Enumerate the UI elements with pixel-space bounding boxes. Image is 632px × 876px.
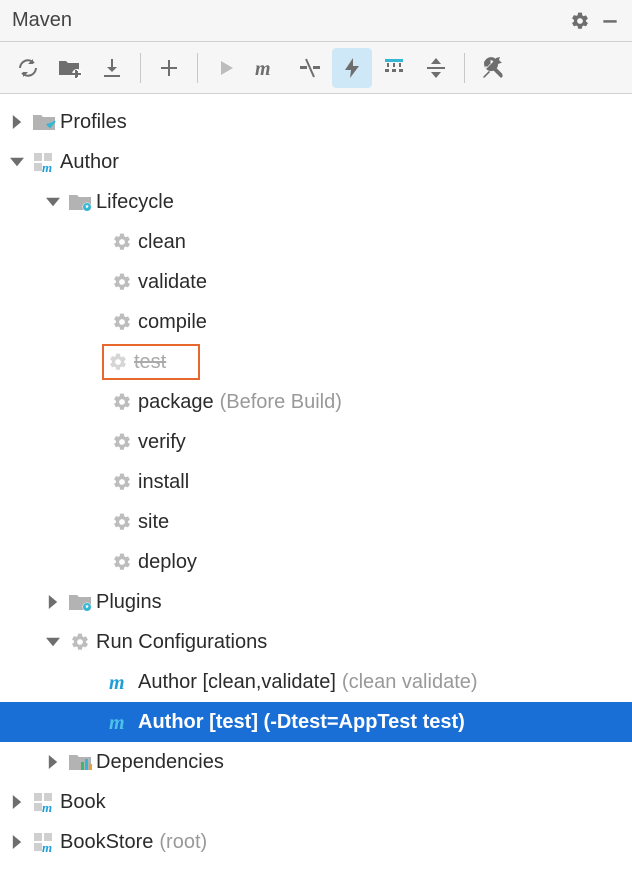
add-project-button[interactable] [50, 48, 90, 88]
tree-label: Plugins [94, 591, 162, 614]
maven-module-icon: m [30, 151, 58, 173]
collapse-arrow-icon[interactable] [44, 633, 62, 651]
skip-tests-button[interactable] [290, 48, 330, 88]
tree-node-run-configs[interactable]: Run Configurations [0, 622, 632, 662]
tree-label: package [136, 391, 214, 414]
tree-label: Lifecycle [94, 191, 174, 214]
tree-note: (root) [153, 831, 207, 854]
tree-label: compile [136, 311, 207, 334]
svg-text:m: m [42, 160, 52, 173]
gear-icon[interactable] [570, 11, 590, 31]
tree-label: install [136, 471, 189, 494]
svg-text:m: m [42, 840, 52, 853]
tree-label: BookStore [58, 831, 153, 854]
project-tree[interactable]: Profiles m Author Lifecycle clean [0, 94, 632, 862]
tree-label: Book [58, 791, 106, 814]
tree-node-runconfig-2[interactable]: m Author [test] (-Dtest=AppTest test) [0, 702, 632, 742]
tree-node-phase-deploy[interactable]: deploy [0, 542, 632, 582]
tree-label: Author [58, 151, 119, 174]
gear-phase-icon [108, 232, 136, 252]
folder-lifecycle-icon [66, 192, 94, 212]
minimize-icon[interactable] [600, 11, 620, 31]
tree-label: validate [136, 271, 207, 294]
tree-node-phase-clean[interactable]: clean [0, 222, 632, 262]
toolbar-separator [197, 53, 198, 83]
svg-text:m: m [109, 672, 125, 692]
gear-phase-icon [108, 312, 136, 332]
expand-arrow-icon[interactable] [44, 753, 62, 771]
tree-node-plugins[interactable]: Plugins [0, 582, 632, 622]
tree-label: deploy [136, 551, 197, 574]
tree-label: site [136, 511, 169, 534]
tree-label: verify [136, 431, 186, 454]
tree-label: Author [test] (-Dtest=AppTest test) [136, 711, 465, 734]
gear-phase-icon [108, 512, 136, 532]
maven-m-icon[interactable]: m [248, 48, 288, 88]
tree-node-bookstore[interactable]: m BookStore (root) [0, 822, 632, 862]
tree-label: clean [136, 231, 186, 254]
gear-phase-icon [108, 432, 136, 452]
svg-text:m: m [109, 712, 125, 732]
expand-arrow-icon[interactable] [8, 793, 26, 811]
gear-phase-icon [108, 552, 136, 572]
tree-node-lifecycle[interactable]: Lifecycle [0, 182, 632, 222]
maven-runconfig-icon: m [108, 672, 136, 692]
gear-phase-icon [108, 272, 136, 292]
expand-arrow-icon[interactable] [8, 113, 26, 131]
tree-node-dependencies[interactable]: Dependencies [0, 742, 632, 782]
tree-node-phase-verify[interactable]: verify [0, 422, 632, 462]
expand-arrow-icon[interactable] [44, 593, 62, 611]
maven-module-icon: m [30, 831, 58, 853]
add-button[interactable] [149, 48, 189, 88]
tree-node-author[interactable]: m Author [0, 142, 632, 182]
toolbar: m [0, 42, 632, 94]
toolbar-separator [140, 53, 141, 83]
download-button[interactable] [92, 48, 132, 88]
tree-node-phase-compile[interactable]: compile [0, 302, 632, 342]
tree-node-book[interactable]: m Book [0, 782, 632, 822]
tree-node-phase-site[interactable]: site [0, 502, 632, 542]
collapse-arrow-icon[interactable] [8, 153, 26, 171]
maven-runconfig-icon: m [108, 712, 136, 732]
refresh-button[interactable] [8, 48, 48, 88]
svg-text:m: m [42, 800, 52, 813]
tree-node-phase-validate[interactable]: validate [0, 262, 632, 302]
show-dependencies-button[interactable] [374, 48, 414, 88]
collapse-all-button[interactable] [416, 48, 456, 88]
tree-label: Run Configurations [94, 631, 267, 654]
run-button[interactable] [206, 48, 246, 88]
tree-label: Author [clean,validate] [136, 671, 336, 694]
tree-note: (Before Build) [214, 391, 342, 414]
tree-node-phase-install[interactable]: install [0, 462, 632, 502]
tree-node-phase-package[interactable]: package (Before Build) [0, 382, 632, 422]
gear-config-icon [66, 632, 94, 652]
tree-label-disabled: test [132, 351, 166, 374]
toolbar-separator [464, 53, 465, 83]
collapse-arrow-icon[interactable] [44, 193, 62, 211]
gear-phase-icon [108, 472, 136, 492]
folder-plugins-icon [66, 592, 94, 612]
svg-text:m: m [255, 58, 271, 78]
tree-label: Dependencies [94, 751, 224, 774]
tool-window-header: Maven [0, 0, 632, 42]
tool-window-title: Maven [12, 9, 72, 32]
skipped-phase-highlight: test [102, 344, 200, 380]
expand-arrow-icon[interactable] [8, 833, 26, 851]
gear-phase-icon [104, 352, 132, 372]
tree-node-runconfig-1[interactable]: m Author [clean,validate] (clean validat… [0, 662, 632, 702]
tree-label: Profiles [58, 111, 127, 134]
tree-node-profiles[interactable]: Profiles [0, 102, 632, 142]
tree-node-phase-test[interactable]: test [0, 342, 632, 382]
offline-mode-button[interactable] [332, 48, 372, 88]
settings-button[interactable] [473, 48, 513, 88]
maven-module-icon: m [30, 791, 58, 813]
folder-profiles-icon [30, 112, 58, 132]
folder-dependencies-icon [66, 752, 94, 772]
gear-phase-icon [108, 392, 136, 412]
tree-note: (clean validate) [336, 671, 478, 694]
